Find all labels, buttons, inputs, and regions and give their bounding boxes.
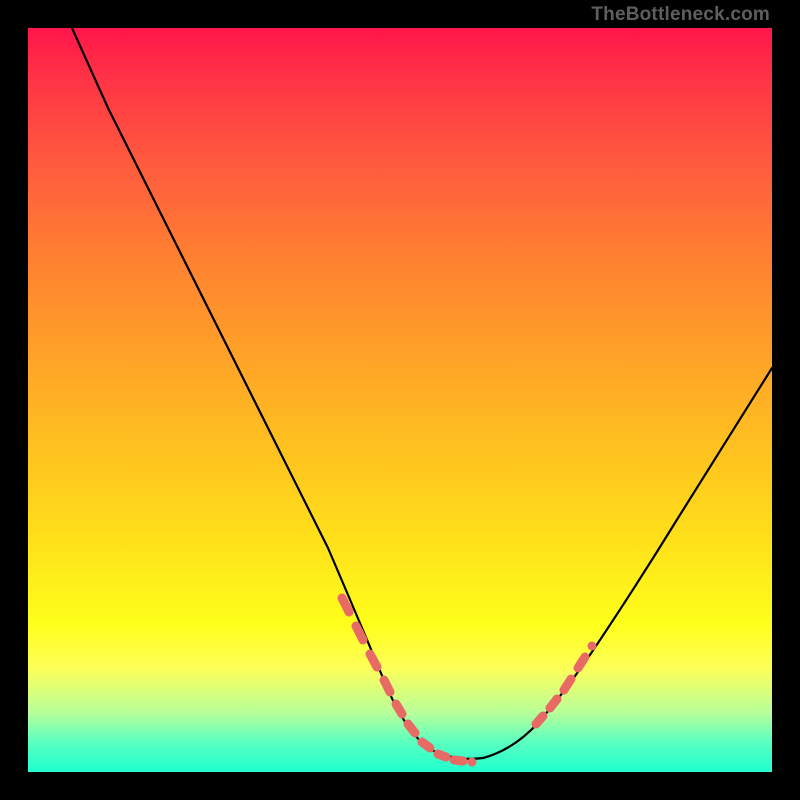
bottleneck-curve bbox=[72, 28, 772, 759]
dash-segment bbox=[356, 626, 363, 640]
dash-segment bbox=[454, 760, 463, 761]
dash-segment bbox=[396, 704, 402, 714]
bottleneck-curve-svg bbox=[28, 28, 772, 772]
dash-segment bbox=[342, 598, 349, 612]
dash-segment bbox=[408, 724, 415, 733]
dash-segment bbox=[536, 716, 543, 724]
dash-segment bbox=[588, 642, 597, 651]
curve-highlight-left bbox=[342, 598, 477, 767]
curve-highlight-right bbox=[536, 642, 597, 725]
dash-segment bbox=[564, 679, 571, 690]
dash-segment bbox=[550, 699, 557, 708]
dash-segment bbox=[370, 654, 377, 667]
dash-segment bbox=[438, 754, 446, 757]
dash-segment bbox=[384, 680, 390, 692]
attribution-text: TheBottleneck.com bbox=[591, 4, 770, 26]
dash-segment bbox=[422, 742, 430, 748]
dash-segment bbox=[578, 657, 585, 668]
dash-segment bbox=[468, 758, 477, 767]
chart-plot-area bbox=[28, 28, 772, 772]
